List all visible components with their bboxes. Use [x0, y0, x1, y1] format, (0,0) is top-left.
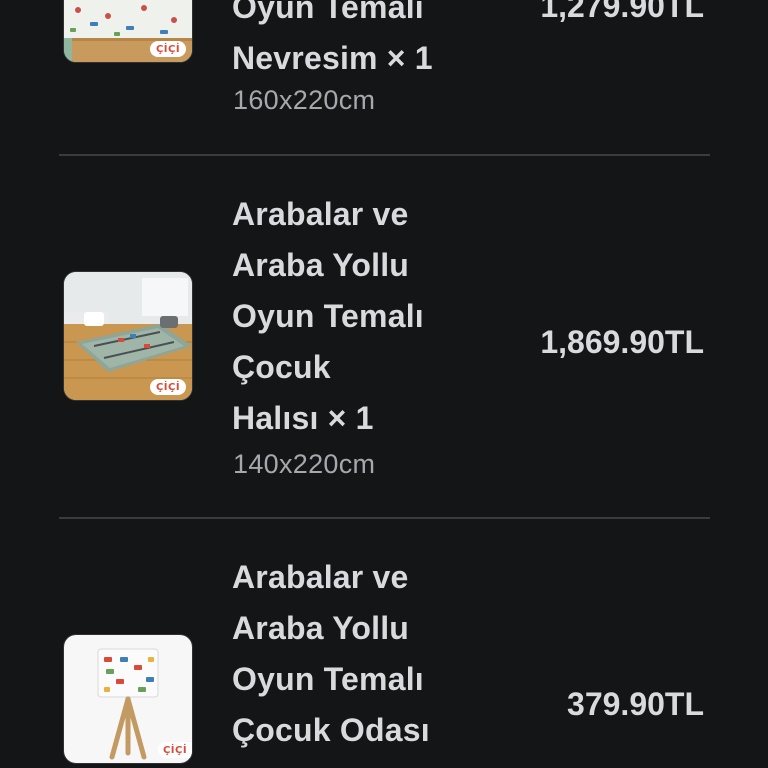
brand-logo-text: ÇİÇİ [155, 381, 181, 393]
product-name[interactable]: Arabalar ve Araba Yollu Oyun Temalı Çocu… [232, 552, 462, 756]
product-name-line: Araba Yollu [232, 247, 410, 283]
product-name-line: Oyun Temalı [232, 661, 424, 697]
brand-logo: ÇİÇİ [158, 742, 192, 758]
bedding-product-image[interactable]: ÇİÇİ [64, 0, 192, 62]
brand-logo-text: ÇİÇİ [162, 744, 188, 756]
product-name-line: Nevresim × 1 [232, 40, 433, 76]
product-name-line: Çocuk Odası [232, 712, 430, 748]
product-name-line: Araba Yollu [232, 610, 410, 646]
brand-logo: ÇİÇİ [150, 379, 186, 395]
product-variant: 160x220cm [233, 85, 376, 115]
product-name-line: Arabalar ve [232, 196, 409, 232]
cart-item[interactable]: ÇİÇİ Arabalar ve Araba Yollu Oyun Temalı… [0, 519, 768, 768]
brand-logo: ÇİÇİ [150, 41, 186, 57]
cart-item[interactable]: ÇİÇİ Arabalar ve Araba Yollu Oyun Temalı… [0, 156, 768, 518]
rug-product-image[interactable]: ÇİÇİ [64, 272, 192, 400]
product-name-line: Oyun Temalı [232, 0, 424, 25]
product-name[interactable]: Arabalar ve Araba Yollu Oyun Temalı Çocu… [232, 189, 462, 444]
product-name-line: Halısı × 1 [232, 400, 374, 436]
cart-item[interactable]: ÇİÇİ Oyun Temalı Nevresim × 1 160x220cm … [0, 0, 768, 155]
product-price: 1,279.90TL [540, 0, 704, 24]
product-name-line: Arabalar ve [232, 559, 409, 595]
brand-logo-text: ÇİÇİ [155, 43, 181, 55]
product-name-line: Oyun Temalı [232, 298, 424, 334]
product-variant: 140x220cm [233, 449, 376, 479]
product-name-line: Çocuk [232, 349, 331, 385]
lamp-product-image[interactable]: ÇİÇİ [64, 635, 192, 763]
cart-viewport[interactable]: ÇİÇİ Oyun Temalı Nevresim × 1 160x220cm … [0, 0, 768, 768]
product-price: 379.90TL [567, 686, 704, 722]
product-name[interactable]: Oyun Temalı Nevresim × 1 [232, 0, 462, 84]
product-price: 1,869.90TL [540, 324, 704, 360]
